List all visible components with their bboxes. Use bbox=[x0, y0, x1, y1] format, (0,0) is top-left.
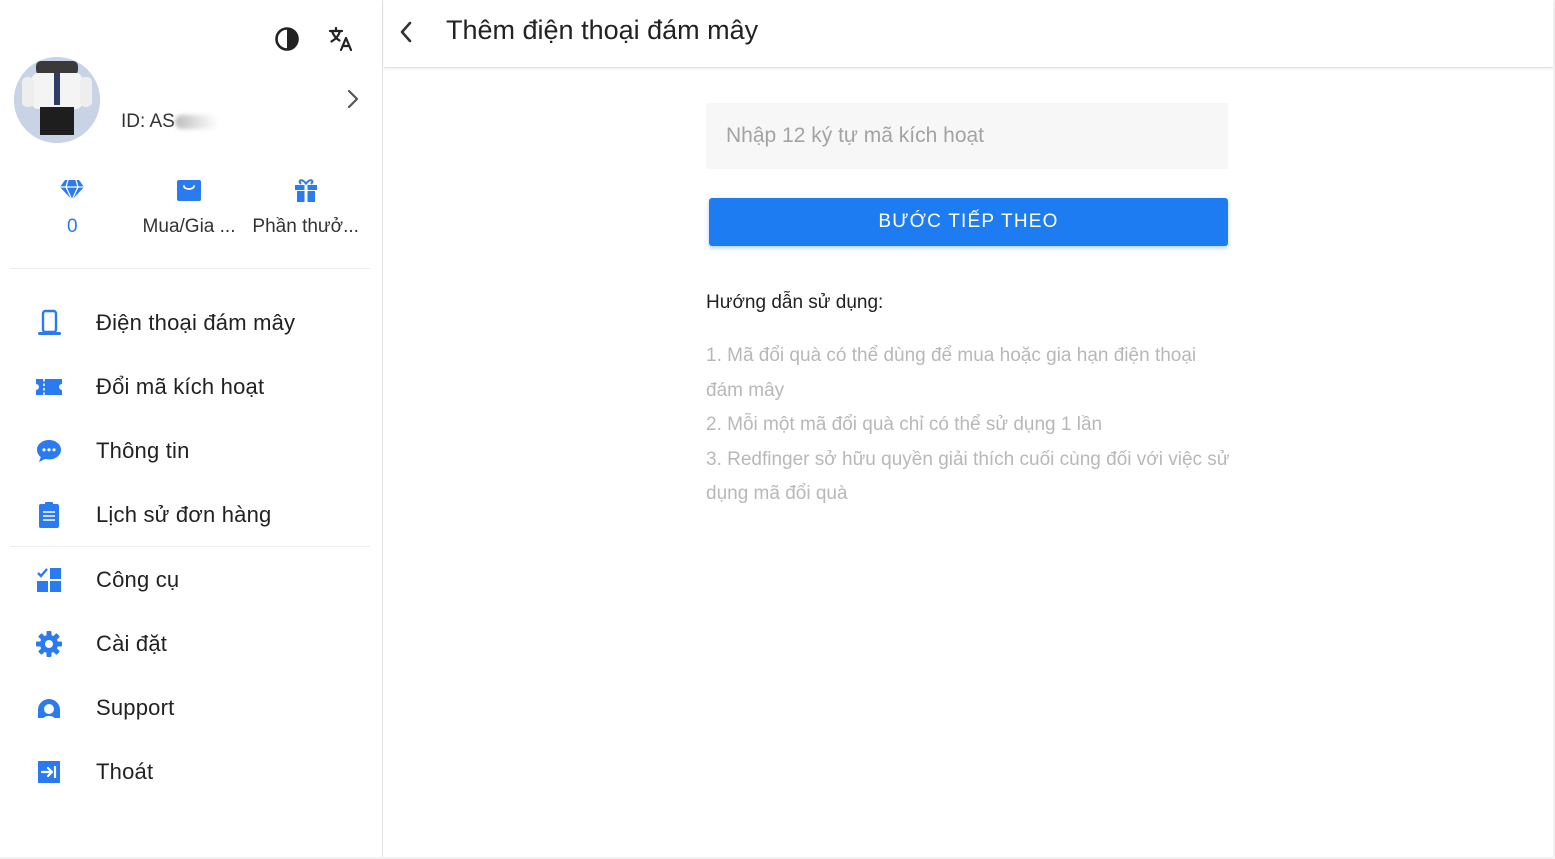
list-item: 3. Redfinger sở hữu quyền giải thích cuố… bbox=[706, 448, 1230, 505]
stat-diamonds[interactable]: 0 bbox=[14, 176, 131, 246]
divider bbox=[10, 268, 370, 269]
user-profile[interactable]: ID: AS bbox=[14, 57, 364, 147]
chevron-left-icon bbox=[400, 21, 412, 43]
nav-item-settings[interactable]: Cài đặt bbox=[0, 614, 383, 674]
nav-item-cloud-phone[interactable]: Điện thoại đám mây bbox=[0, 293, 383, 353]
clipboard-icon bbox=[34, 500, 64, 530]
sidebar-top-icons bbox=[272, 24, 356, 54]
stat-label: Mua/Gia ... bbox=[142, 216, 236, 237]
nav-item-info[interactable]: Thông tin bbox=[0, 421, 383, 481]
phone-icon bbox=[34, 308, 64, 338]
next-step-button[interactable]: BƯỚC TIẾP THEO bbox=[709, 198, 1228, 246]
list-item: 1. Mã đổi quà có thể dùng để mua hoặc gi… bbox=[706, 345, 1197, 401]
gift-icon bbox=[247, 176, 364, 204]
user-id-label: ID: AS bbox=[121, 111, 175, 132]
page-title: Thêm điện thoại đám mây bbox=[446, 15, 759, 45]
stat-label: 0 bbox=[67, 216, 78, 237]
logout-icon bbox=[34, 757, 64, 787]
ticket-icon bbox=[34, 372, 64, 402]
diamond-icon bbox=[14, 176, 131, 204]
chevron-right-icon[interactable] bbox=[342, 85, 364, 113]
shopping-bag-icon bbox=[131, 176, 248, 204]
chat-icon bbox=[34, 436, 64, 466]
nav-item-redeem-code[interactable]: Đổi mã kích hoạt bbox=[0, 357, 383, 417]
main-panel: Thêm điện thoại đám mây BƯỚC TIẾP THEO H… bbox=[384, 0, 1553, 857]
redacted-id bbox=[174, 114, 219, 129]
settings-icon bbox=[34, 629, 64, 659]
nav-item-tools[interactable]: Công cụ bbox=[0, 550, 383, 610]
nav-item-label: Lịch sử đơn hàng bbox=[96, 502, 272, 527]
list-item: 2. Mỗi một mã đổi quà chỉ có thể sử dụng… bbox=[706, 414, 1103, 435]
account-stats: 0 Mua/Gia ... Phần thưở... bbox=[14, 176, 364, 246]
avatar bbox=[14, 57, 100, 143]
nav-item-label: Cài đặt bbox=[96, 631, 168, 656]
nav-item-label: Support bbox=[96, 695, 175, 720]
activation-code-input[interactable] bbox=[706, 103, 1228, 169]
nav-item-label: Công cụ bbox=[96, 567, 180, 592]
user-id: ID: AS bbox=[121, 111, 219, 133]
back-button[interactable] bbox=[392, 17, 420, 47]
nav-item-label: Đổi mã kích hoạt bbox=[96, 374, 265, 399]
stat-rewards[interactable]: Phần thưở... bbox=[247, 176, 364, 246]
guide-list: 1. Mã đổi quà có thể dùng để mua hoặc gi… bbox=[706, 339, 1236, 512]
nav-item-label: Thoát bbox=[96, 759, 154, 784]
translate-icon[interactable] bbox=[326, 24, 356, 54]
divider bbox=[10, 546, 370, 547]
app-window: ID: AS 0 Mua/Gia ... Phần thưở... Điện t… bbox=[0, 0, 1553, 857]
nav-item-order-history[interactable]: Lịch sử đơn hàng bbox=[0, 485, 383, 545]
nav-item-label: Thông tin bbox=[96, 438, 190, 463]
stat-buy-renew[interactable]: Mua/Gia ... bbox=[131, 176, 248, 246]
sidebar: ID: AS 0 Mua/Gia ... Phần thưở... Điện t… bbox=[0, 0, 383, 857]
guide-title: Hướng dẫn sử dụng: bbox=[706, 292, 884, 313]
nav-item-label: Điện thoại đám mây bbox=[96, 310, 296, 335]
theme-contrast-icon[interactable] bbox=[272, 24, 302, 54]
tools-icon bbox=[34, 565, 64, 595]
stat-label: Phần thưở... bbox=[252, 216, 359, 237]
page-header: Thêm điện thoại đám mây bbox=[384, 0, 1553, 68]
support-icon bbox=[34, 693, 64, 723]
nav-item-logout[interactable]: Thoát bbox=[0, 742, 383, 802]
nav-item-support[interactable]: Support bbox=[0, 678, 383, 738]
